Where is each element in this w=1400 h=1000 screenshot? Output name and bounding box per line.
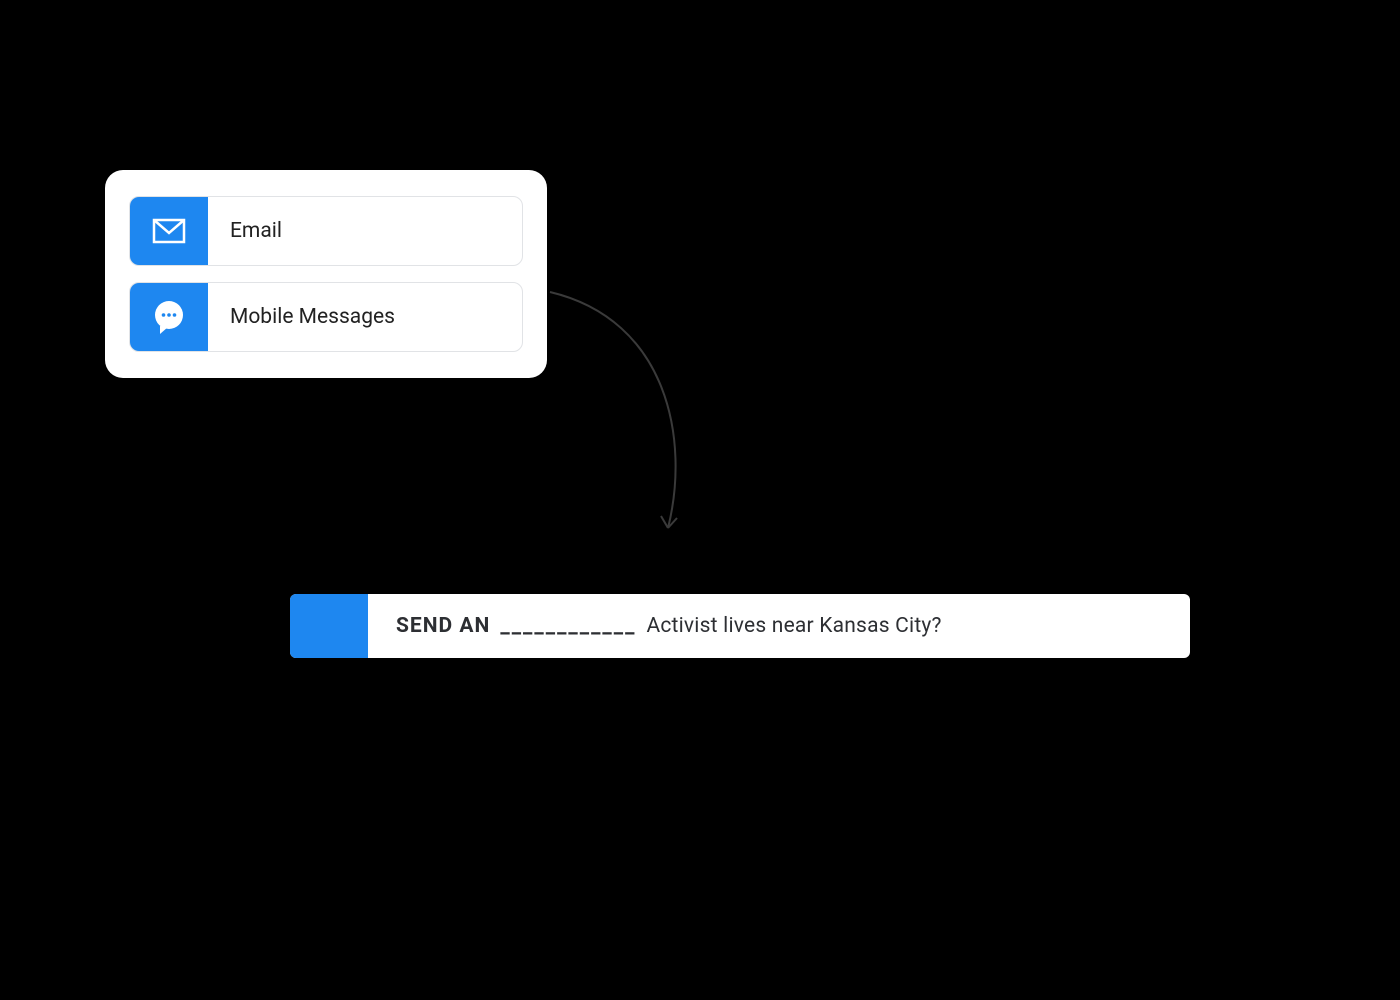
action-bar[interactable]: SEND AN ____________ Activist lives near…: [290, 594, 1190, 658]
option-email-label: Email: [208, 197, 522, 265]
chat-bubble-icon: [130, 283, 208, 351]
option-mobile-label: Mobile Messages: [208, 283, 522, 351]
options-card: Email Mobile Messages: [105, 170, 547, 378]
envelope-icon: [130, 197, 208, 265]
action-bar-accent: [290, 594, 368, 658]
option-mobile-messages[interactable]: Mobile Messages: [129, 282, 523, 352]
stage: { "colors": { "accent": "#1e87f0", "text…: [0, 0, 1400, 1000]
action-suffix: Activist lives near Kansas City?: [646, 614, 941, 638]
option-email[interactable]: Email: [129, 196, 523, 266]
action-prefix: SEND AN: [396, 614, 490, 638]
action-bar-text: SEND AN ____________ Activist lives near…: [368, 594, 1190, 658]
connector-arrow-icon: [548, 290, 718, 550]
action-blank: ____________: [500, 614, 636, 638]
